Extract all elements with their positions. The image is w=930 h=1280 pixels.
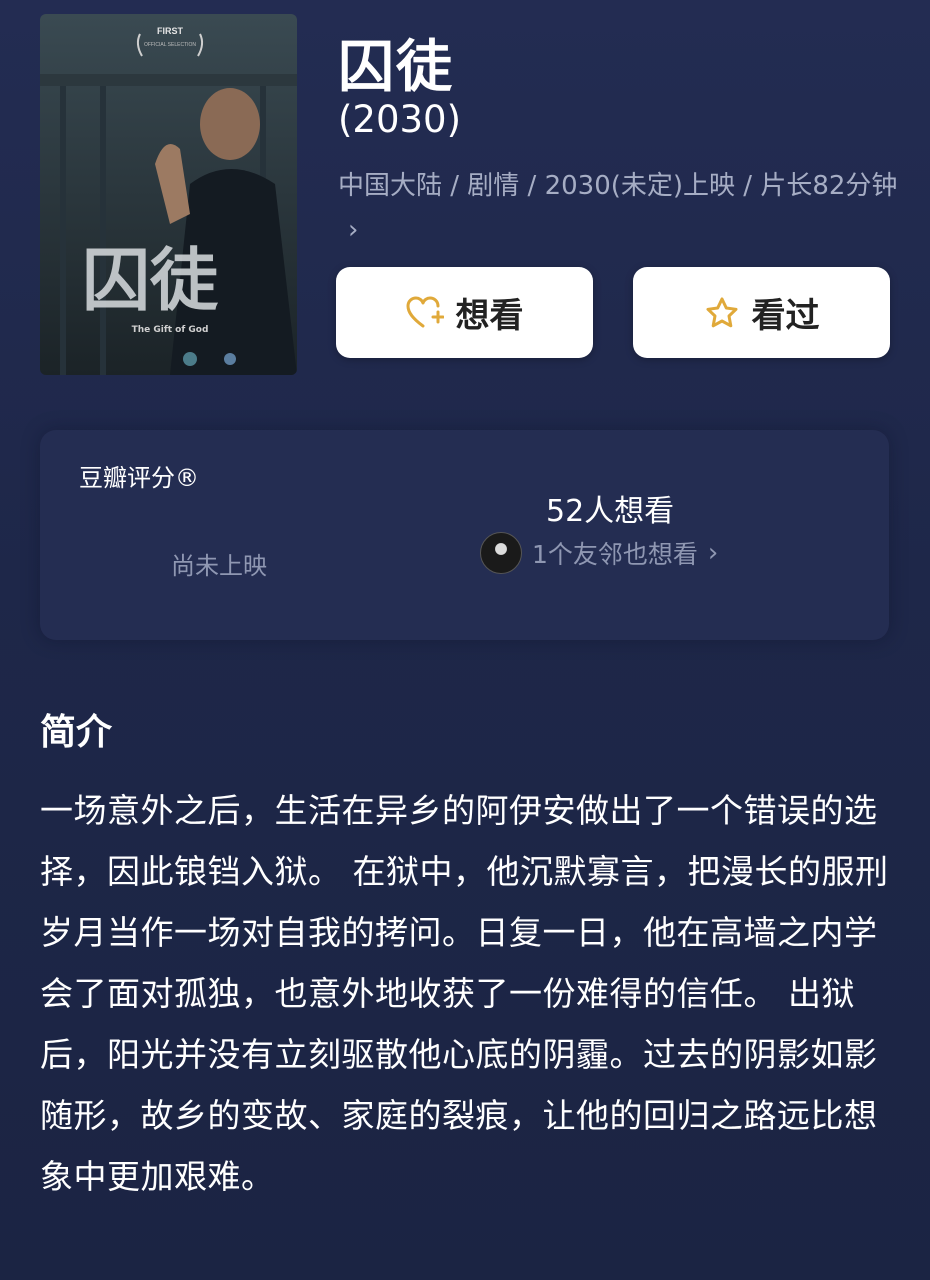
movie-title: 囚徒 — [338, 35, 454, 100]
rating-status: 尚未上映 — [171, 552, 267, 580]
friend-avatar — [480, 532, 522, 574]
douban-rating-label: 豆瓣评分® — [79, 464, 199, 492]
watched-label: 看过 — [751, 296, 820, 336]
synopsis-heading: 简介 — [40, 712, 113, 753]
watched-button[interactable]: 看过 — [633, 267, 890, 358]
star-icon — [704, 296, 740, 330]
want-to-watch-button[interactable]: 想看 — [336, 267, 593, 358]
chevron-right-icon: › — [348, 215, 359, 245]
movie-meta[interactable]: 中国大陆 / 剧情 / 2030(未定)上映 / 片长82分钟 › — [338, 164, 898, 252]
heart-plus-icon — [406, 296, 444, 330]
svg-text:OFFICIAL SELECTION: OFFICIAL SELECTION — [144, 42, 196, 48]
movie-meta-text: 中国大陆 / 剧情 / 2030(未定)上映 / 片长82分钟 — [338, 171, 898, 201]
poster-title-en: The Gift of God — [132, 325, 209, 335]
want-count: 52人想看 — [546, 494, 675, 529]
chevron-right-icon: › — [707, 538, 719, 568]
movie-poster[interactable]: FIRST OFFICIAL SELECTION 囚徒 The Gift of … — [40, 14, 297, 375]
want-to-watch-label: 想看 — [455, 296, 524, 336]
rating-card: 豆瓣评分® 尚未上映 52人想看 1个友邻也想看 › — [40, 430, 889, 640]
movie-year: (2030) — [338, 98, 462, 141]
friends-want-link[interactable]: 1个友邻也想看 › — [480, 532, 718, 574]
poster-festival: FIRST — [157, 26, 184, 36]
friends-want-text: 1个友邻也想看 — [532, 540, 698, 569]
synopsis-text: 一场意外之后，生活在异乡的阿伊安做出了一个错误的选择，因此锒铛入狱。 在狱中，他… — [40, 791, 889, 1196]
poster-title-cn: 囚徒 — [82, 241, 219, 321]
